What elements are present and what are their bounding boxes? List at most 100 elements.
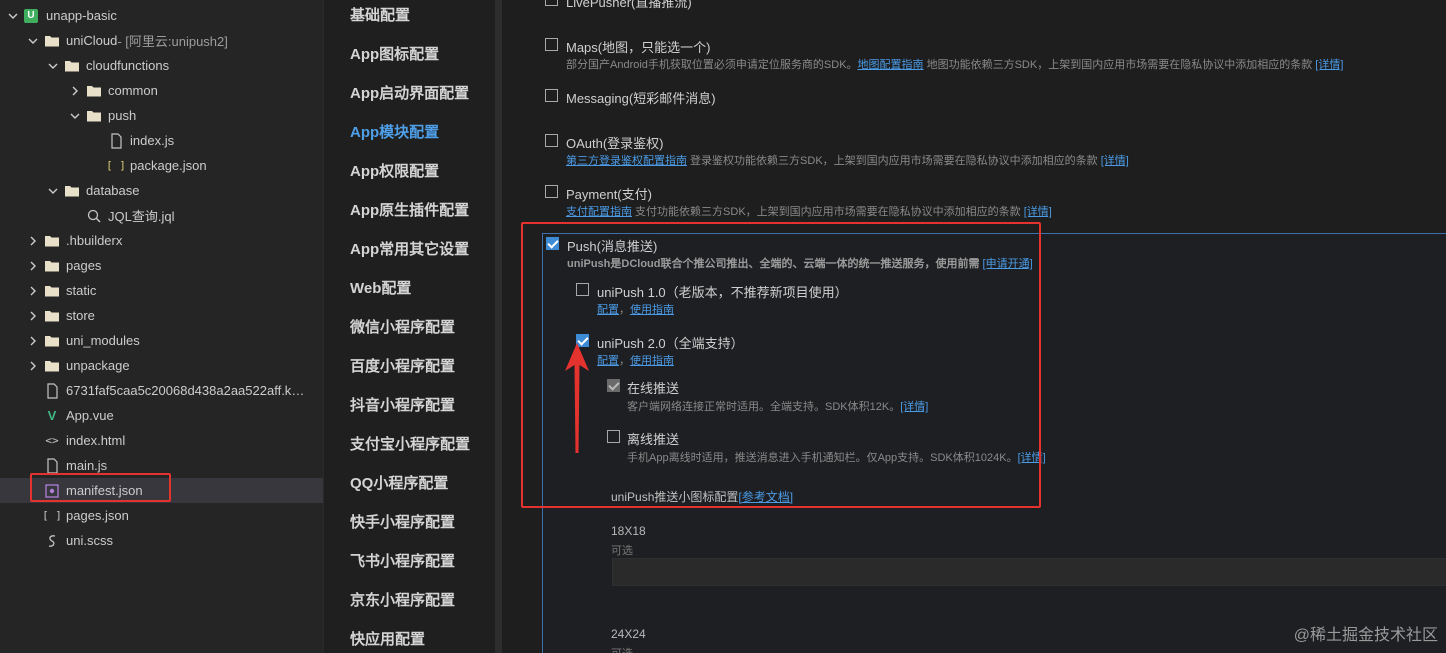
tree-item-label: unpackage bbox=[66, 358, 130, 373]
tree-folder-cloudfunctions[interactable]: cloudfunctions bbox=[0, 53, 323, 78]
payment-detail-link[interactable]: [详情] bbox=[1024, 206, 1052, 218]
push-apply-link[interactable]: [申请开通] bbox=[983, 258, 1033, 270]
tree-file-uni-scss[interactable]: uni.scss bbox=[0, 528, 323, 553]
nav-app-icon-config[interactable]: App图标配置 bbox=[350, 43, 439, 64]
nav-feishu-mp-config[interactable]: 飞书小程序配置 bbox=[350, 550, 455, 571]
tree-folder-hbuilderx[interactable]: .hbuilderx bbox=[0, 228, 323, 253]
tree-file-jql[interactable]: JQL查询.jql bbox=[0, 203, 323, 228]
tree-folder-pages[interactable]: pages bbox=[0, 253, 323, 278]
tree-folder-push[interactable]: push bbox=[0, 103, 323, 128]
payment-checkbox[interactable] bbox=[545, 185, 558, 198]
unipush2-guide-link[interactable]: 使用指南 bbox=[630, 355, 674, 367]
tree-file-index-js[interactable]: index.js bbox=[0, 128, 323, 153]
payment-description: 支付配置指南 支付功能依赖三方SDK，上架到国内应用市场需要在隐私协议中添加相应… bbox=[566, 203, 1052, 219]
tree-item-label: App.vue bbox=[66, 408, 114, 423]
icon-18-path-input[interactable] bbox=[612, 558, 1446, 586]
tree-file-pages-json[interactable]: [ ] pages.json bbox=[0, 503, 323, 528]
maps-guide-link[interactable]: 地图配置指南 bbox=[858, 59, 924, 71]
chevron-down-icon[interactable] bbox=[46, 59, 60, 73]
payment-guide-link[interactable]: 支付配置指南 bbox=[566, 206, 632, 218]
nav-douyin-mp-config[interactable]: 抖音小程序配置 bbox=[350, 394, 455, 415]
js-file-icon bbox=[108, 132, 124, 149]
chevron-right-icon[interactable] bbox=[26, 284, 40, 298]
module-config-panel: LivePusher(直播推流) Maps(地图，只能选一个) 部分国产Andr… bbox=[502, 0, 1446, 653]
oauth-desc-text: 登录鉴权功能依赖三方SDK，上架到国内应用市场需要在隐私协议中添加相应的条款 bbox=[687, 155, 1101, 167]
nav-kuaishou-mp-config[interactable]: 快手小程序配置 bbox=[350, 511, 455, 532]
unipush1-guide-link[interactable]: 使用指南 bbox=[630, 304, 674, 316]
nav-app-splash-config[interactable]: App启动界面配置 bbox=[350, 82, 469, 103]
tree-item-label: uni_modules bbox=[66, 333, 140, 348]
tree-folder-database[interactable]: database bbox=[0, 178, 323, 203]
icon-24-optional: 可选 bbox=[611, 645, 633, 653]
chevron-right-icon[interactable] bbox=[26, 359, 40, 373]
push-icon-doc-link[interactable]: [参考文档] bbox=[738, 490, 793, 504]
nav-web-config[interactable]: Web配置 bbox=[350, 277, 411, 298]
tree-file-manifest-json[interactable]: manifest.json bbox=[0, 478, 323, 503]
folder-icon bbox=[86, 83, 102, 99]
unipush1-separator: ， bbox=[619, 304, 630, 316]
oauth-description: 第三方登录鉴权配置指南 登录鉴权功能依赖三方SDK，上架到国内应用市场需要在隐私… bbox=[566, 152, 1129, 168]
offline-push-detail-link[interactable]: [详情] bbox=[1018, 452, 1046, 464]
chevron-right-icon[interactable] bbox=[26, 234, 40, 248]
tree-folder-unpackage[interactable]: unpackage bbox=[0, 353, 323, 378]
push-icon-config-title: uniPush推送小图标配置[参考文档] bbox=[611, 488, 793, 505]
file-tree: U unapp-basic uniCloud - [阿里云:unipush2] … bbox=[0, 0, 323, 653]
messaging-checkbox[interactable] bbox=[545, 89, 558, 102]
maps-detail-link[interactable]: [详情] bbox=[1315, 59, 1343, 71]
pane-splitter[interactable] bbox=[495, 0, 502, 653]
tree-item-label: static bbox=[66, 283, 97, 298]
nav-qq-mp-config[interactable]: QQ小程序配置 bbox=[350, 472, 448, 493]
maps-desc-text: 部分国产Android手机获取位置必须申请定位服务商的SDK。 bbox=[566, 59, 858, 71]
chevron-right-icon[interactable] bbox=[26, 334, 40, 348]
tree-folder-store[interactable]: store bbox=[0, 303, 323, 328]
nav-app-module-config[interactable]: App模块配置 bbox=[350, 121, 439, 142]
oauth-title: OAuth(登录鉴权) bbox=[566, 136, 664, 151]
folder-icon bbox=[44, 358, 60, 374]
livepusher-title: LivePusher(直播推流) bbox=[566, 0, 692, 10]
nav-weixin-mp-config[interactable]: 微信小程序配置 bbox=[350, 316, 455, 337]
icon-18-label: 18X18 bbox=[611, 524, 646, 538]
nav-app-native-plugin-config[interactable]: App原生插件配置 bbox=[350, 199, 469, 220]
unipush1-config-link[interactable]: 配置 bbox=[597, 304, 619, 316]
oauth-detail-link[interactable]: [详情] bbox=[1101, 155, 1129, 167]
nav-baidu-mp-config[interactable]: 百度小程序配置 bbox=[350, 355, 455, 376]
folder-open-icon bbox=[64, 58, 80, 74]
maps-checkbox[interactable] bbox=[545, 38, 558, 51]
nav-jd-mp-config[interactable]: 京东小程序配置 bbox=[350, 589, 455, 610]
chevron-down-icon[interactable] bbox=[26, 34, 40, 48]
chevron-right-icon[interactable] bbox=[68, 84, 82, 98]
tree-folder-common[interactable]: common bbox=[0, 78, 323, 103]
tree-file-main-js[interactable]: main.js bbox=[0, 453, 323, 478]
maps-desc-text-2: 地图功能依赖三方SDK，上架到国内应用市场需要在隐私协议中添加相应的条款 bbox=[923, 59, 1316, 71]
push-checkbox[interactable] bbox=[546, 237, 559, 250]
tree-folder-static[interactable]: static bbox=[0, 278, 323, 303]
tree-file-key[interactable]: 6731faf5caa5c20068d438a2aa522aff.key... bbox=[0, 378, 323, 403]
tree-item-label: index.html bbox=[66, 433, 126, 448]
tree-file-index-html[interactable]: <> index.html bbox=[0, 428, 323, 453]
html-file-icon: <> bbox=[45, 434, 59, 447]
tree-folder-uni-modules[interactable]: uni_modules bbox=[0, 328, 323, 353]
nav-alipay-mp-config[interactable]: 支付宝小程序配置 bbox=[350, 433, 470, 454]
chevron-down-icon[interactable] bbox=[46, 184, 60, 198]
oauth-guide-link[interactable]: 第三方登录鉴权配置指南 bbox=[566, 155, 687, 167]
nav-app-other-settings[interactable]: App常用其它设置 bbox=[350, 238, 469, 259]
offline-push-checkbox[interactable] bbox=[607, 430, 620, 443]
chevron-down-icon[interactable] bbox=[68, 109, 82, 123]
nav-basic-config[interactable]: 基础配置 bbox=[350, 4, 410, 25]
online-push-detail-link[interactable]: [详情] bbox=[900, 401, 928, 413]
chevron-down-icon[interactable] bbox=[6, 9, 20, 23]
chevron-right-icon[interactable] bbox=[26, 309, 40, 323]
unipush2-config-link[interactable]: 配置 bbox=[597, 355, 619, 367]
livepusher-checkbox[interactable] bbox=[545, 0, 558, 6]
tree-item-label: push bbox=[108, 108, 137, 123]
project-root[interactable]: U unapp-basic bbox=[0, 3, 323, 28]
tree-file-app-vue[interactable]: V App.vue bbox=[0, 403, 323, 428]
oauth-checkbox[interactable] bbox=[545, 134, 558, 147]
nav-quickapp-config[interactable]: 快应用配置 bbox=[350, 628, 425, 649]
unipush1-checkbox[interactable] bbox=[576, 283, 589, 296]
nav-app-permission-config[interactable]: App权限配置 bbox=[350, 160, 439, 181]
chevron-right-icon[interactable] bbox=[26, 259, 40, 273]
tree-folder-unicloud[interactable]: uniCloud - [阿里云:unipush2] bbox=[0, 28, 323, 53]
messaging-title: Messaging(短彩邮件消息) bbox=[566, 91, 716, 106]
tree-file-package-json[interactable]: [ ] package.json bbox=[0, 153, 323, 178]
